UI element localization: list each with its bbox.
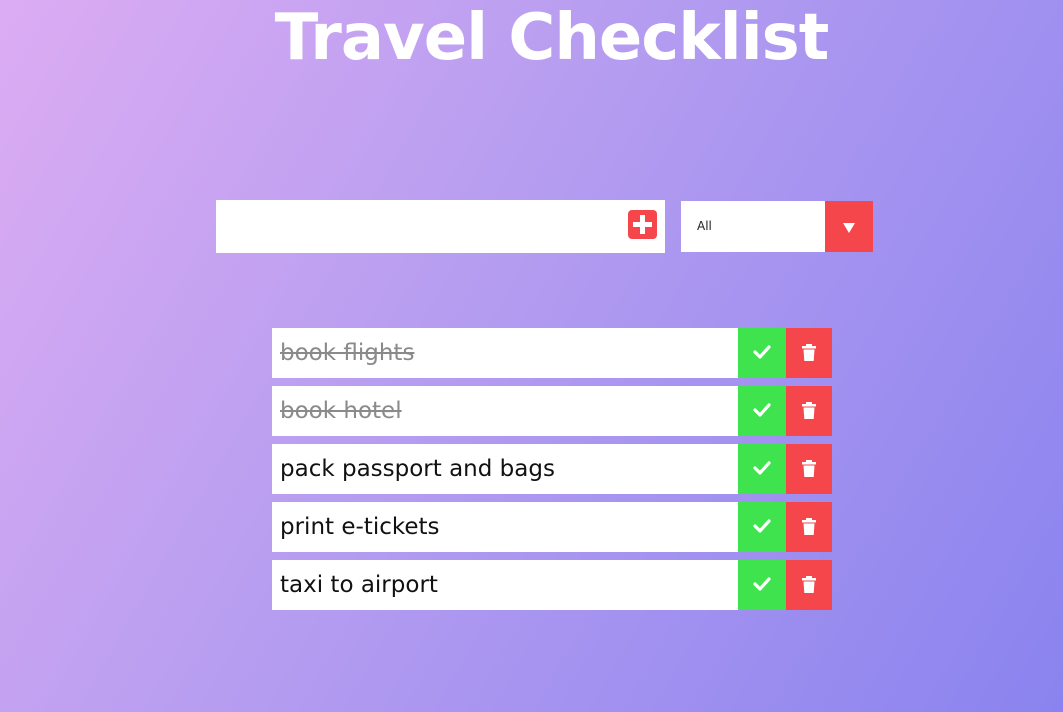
filter-select[interactable]: All xyxy=(681,201,873,252)
complete-button[interactable] xyxy=(738,444,786,494)
trash-icon xyxy=(802,344,816,361)
filter-selected-value: All xyxy=(697,219,712,233)
todo-text: book hotel xyxy=(272,386,738,436)
trash-icon xyxy=(802,402,816,419)
todo-text: taxi to airport xyxy=(272,560,738,610)
complete-button[interactable] xyxy=(738,386,786,436)
todo-item: book hotel xyxy=(272,386,832,436)
todo-item: pack passport and bags xyxy=(272,444,832,494)
caret-down-icon xyxy=(843,223,855,233)
todo-text: book flights xyxy=(272,328,738,378)
plus-icon xyxy=(633,215,652,234)
trash-icon xyxy=(802,460,816,477)
filter-dropdown-button[interactable] xyxy=(825,201,873,252)
page-title: Travel Checklist xyxy=(274,1,830,75)
complete-button[interactable] xyxy=(738,328,786,378)
todo-item: print e-tickets xyxy=(272,502,832,552)
delete-button[interactable] xyxy=(786,502,832,552)
todo-item: book flights xyxy=(272,328,832,378)
check-icon xyxy=(753,461,771,475)
check-icon xyxy=(753,345,771,359)
trash-icon xyxy=(802,576,816,593)
check-icon xyxy=(753,519,771,533)
todo-list: book flights book hotel pack passport an… xyxy=(272,328,832,618)
todo-text: pack passport and bags xyxy=(272,444,738,494)
check-icon xyxy=(753,403,771,417)
delete-button[interactable] xyxy=(786,328,832,378)
todo-input[interactable] xyxy=(216,200,616,253)
todo-text: print e-tickets xyxy=(272,502,738,552)
delete-button[interactable] xyxy=(786,386,832,436)
add-todo-button[interactable] xyxy=(628,210,657,239)
complete-button[interactable] xyxy=(738,502,786,552)
trash-icon xyxy=(802,518,816,535)
add-todo-form xyxy=(216,200,665,253)
complete-button[interactable] xyxy=(738,560,786,610)
delete-button[interactable] xyxy=(786,444,832,494)
delete-button[interactable] xyxy=(786,560,832,610)
check-icon xyxy=(753,577,771,591)
todo-item: taxi to airport xyxy=(272,560,832,610)
